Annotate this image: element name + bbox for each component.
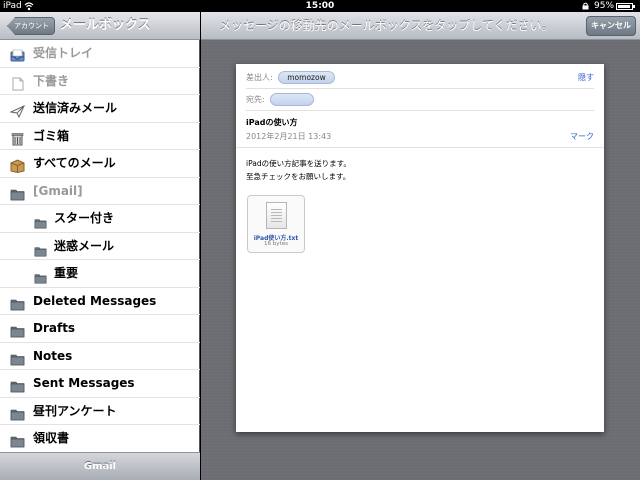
mailbox-label: 迷惑メール xyxy=(54,238,115,253)
message-date: 2012年2月21日 13:43 xyxy=(246,132,332,141)
mailbox-label: Drafts xyxy=(33,321,76,335)
header-divider xyxy=(236,147,604,148)
folder-icon xyxy=(10,184,25,200)
sidebar-title: メールボックス xyxy=(60,18,151,33)
mailbox-row[interactable]: Notes xyxy=(0,343,200,370)
mailbox-label: Deleted Messages xyxy=(33,293,157,308)
sidebar-toolbar: Gmail xyxy=(0,452,200,480)
folder-icon xyxy=(34,212,47,229)
message-body-line: iPadの使い方記事を送ります。 xyxy=(246,159,351,168)
text-file-icon xyxy=(266,202,287,229)
mailbox-row[interactable]: Drafts xyxy=(0,315,200,343)
mailbox-row[interactable]: 受信トレイ xyxy=(0,40,200,68)
cancel-button[interactable]: キャンセル xyxy=(586,16,636,36)
mailbox-row[interactable]: 重要 xyxy=(0,260,200,288)
mailbox-label: 領収書 xyxy=(33,431,70,445)
mailbox-label: 送信済みメール xyxy=(33,101,118,115)
mailbox-row[interactable]: [Gmail] xyxy=(0,178,200,205)
orientation-lock-icon xyxy=(582,2,589,10)
to-label: 宛先: xyxy=(246,95,265,104)
battery-icon xyxy=(616,3,635,10)
mailbox-label: 受信トレイ xyxy=(33,46,94,60)
accounts-back-button[interactable]: アカウント xyxy=(7,17,55,35)
folder-icon xyxy=(10,294,25,310)
mailbox-row[interactable]: ゴミ箱 xyxy=(0,123,200,150)
mailbox-row[interactable]: Sent Messages xyxy=(0,370,200,398)
recipient-chip[interactable] xyxy=(270,93,315,106)
mailbox-label: 下書き xyxy=(33,73,70,88)
mailbox-row[interactable]: Deleted Messages xyxy=(0,288,200,315)
sent-icon xyxy=(9,101,26,119)
all-mail-box-icon xyxy=(10,156,25,174)
mailbox-row[interactable]: すべてのメール xyxy=(0,150,200,178)
mailbox-list: 受信トレイ下書き送信済みメール ゴミ箱すべてのメール [Gmail] スター付き迷惑メ… xyxy=(0,40,200,453)
mailbox-label: ゴミ箱 xyxy=(33,128,70,143)
sidebar-navbar: アカウント メールボックス xyxy=(0,12,200,40)
clock: 15:00 xyxy=(305,1,335,11)
mailbox-label: Notes xyxy=(33,348,73,363)
inbox-icon xyxy=(10,46,25,62)
mailbox-row[interactable]: 領収書 xyxy=(0,425,200,453)
mailbox-label: 昼刊アンケート xyxy=(33,403,117,418)
sender-chip[interactable]: momozow xyxy=(278,71,335,84)
status-bar: iPad 15:00 95% xyxy=(0,0,640,12)
mailbox-row[interactable]: 下書き xyxy=(0,68,200,95)
mailbox-label: スター付き xyxy=(54,211,115,225)
from-row: 差出人: momozow 隠す xyxy=(246,67,594,89)
folder-icon xyxy=(34,240,47,256)
mailbox-row[interactable]: 送信済みメール xyxy=(0,95,200,123)
message-body-line: 至急チェックをお願いします。 xyxy=(246,172,351,181)
trash-icon xyxy=(10,129,25,145)
account-label: Gmail xyxy=(83,461,117,472)
folder-icon xyxy=(34,267,47,284)
folder-icon xyxy=(10,349,25,365)
folder-icon xyxy=(10,376,25,393)
mailbox-sidebar: アカウント メールボックス 受信トレイ下書き送信済みメール ゴミ箱すべてのメール [… xyxy=(0,12,200,480)
attachment-tile[interactable]: iPad使い方.txt 16 bytes xyxy=(247,195,305,253)
mailbox-label: 重要 xyxy=(54,266,79,280)
folder-icon xyxy=(10,431,25,448)
message-preview-card: 差出人: momozow 隠す 宛先: iPadの使い方 2012年2月21日 … xyxy=(236,64,604,432)
mark-link[interactable]: マーク xyxy=(570,131,594,142)
mailbox-row[interactable]: スター付き xyxy=(0,205,200,233)
message-subject: iPadの使い方 xyxy=(246,118,298,127)
attachment-size: 16 bytes xyxy=(264,241,288,247)
to-row: 宛先: xyxy=(246,89,594,111)
from-label: 差出人: xyxy=(246,73,273,82)
drafts-icon xyxy=(10,74,25,90)
mailbox-row[interactable]: 迷惑メール xyxy=(0,233,200,260)
mailbox-row[interactable]: 昼刊アンケート xyxy=(0,398,200,425)
battery-percent: 95% xyxy=(594,1,615,11)
move-instruction: メッセージの移動先のメールボックスをタップしてください。 xyxy=(219,19,554,33)
main-navbar: メッセージの移動先のメールボックスをタップしてください。 キャンセル xyxy=(201,12,640,40)
mailbox-label: [Gmail] xyxy=(33,183,83,198)
mailbox-label: Sent Messages xyxy=(33,376,135,390)
hide-details-link[interactable]: 隠す xyxy=(578,67,594,89)
mailbox-label: すべてのメール xyxy=(33,156,116,170)
folder-icon xyxy=(10,404,25,420)
message-pane: メッセージの移動先のメールボックスをタップしてください。 キャンセル 差出人: … xyxy=(201,12,640,480)
folder-icon xyxy=(10,321,25,338)
